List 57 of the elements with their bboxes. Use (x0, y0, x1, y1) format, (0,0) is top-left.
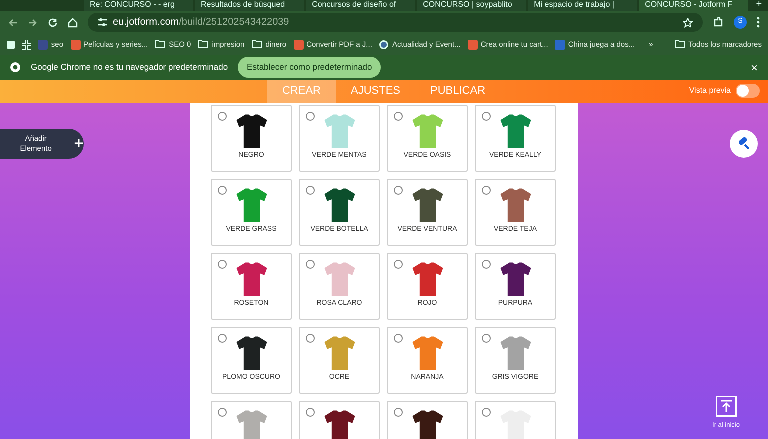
browser-tab[interactable]: Re: CONCURSO - - erg (84, 0, 194, 11)
set-default-button[interactable]: Establecer como predeterminado (238, 57, 382, 78)
folder-icon (198, 40, 210, 49)
browser-tab[interactable]: CONCURSO - Jotform F (639, 0, 748, 11)
radio-button[interactable] (218, 186, 227, 195)
radio-button[interactable] (394, 334, 403, 343)
forward-arrow-icon[interactable] (28, 18, 38, 28)
radio-button[interactable] (218, 260, 227, 269)
paint-roller-button[interactable] (730, 130, 758, 158)
radio-button[interactable] (394, 112, 403, 121)
site-icon (468, 40, 478, 50)
radio-button[interactable] (306, 112, 315, 121)
reload-icon[interactable] (48, 18, 58, 28)
arrow-up-icon (716, 396, 737, 418)
site-icon (70, 40, 80, 50)
radio-button[interactable] (306, 408, 315, 417)
folder-icon (674, 40, 686, 49)
radio-button[interactable] (218, 112, 227, 121)
radio-button[interactable] (218, 408, 227, 417)
radio-button[interactable] (218, 334, 227, 343)
radio-button[interactable] (394, 260, 403, 269)
radio-button[interactable] (306, 186, 315, 195)
folder-icon (252, 40, 263, 49)
preview-label: Vista previa (689, 85, 731, 97)
radio-button[interactable] (306, 260, 315, 269)
folder-icon (155, 40, 166, 49)
radio-button[interactable] (482, 260, 491, 269)
square-icon[interactable] (6, 40, 16, 50)
preview-toggle[interactable] (736, 84, 760, 98)
radio-button[interactable] (306, 334, 315, 343)
radio-button[interactable] (482, 334, 491, 343)
paint-roller-icon (737, 137, 751, 151)
apps-grid-icon[interactable] (22, 40, 32, 50)
radio-button[interactable] (394, 408, 403, 417)
home-icon[interactable] (68, 18, 78, 28)
infobar-message: Google Chrome no es tu navegador predeterminado (31, 61, 228, 74)
chrome-logo-icon (10, 62, 21, 73)
star-icon[interactable] (683, 18, 693, 28)
radio-button[interactable] (482, 408, 491, 417)
close-button[interactable]: × (750, 58, 758, 76)
browser-tab[interactable]: Concursos de diseño of (306, 0, 416, 11)
more-icon[interactable] (757, 17, 760, 28)
square-logo-icon (38, 40, 48, 50)
radio-button[interactable] (482, 186, 491, 195)
back-arrow-icon[interactable] (8, 18, 18, 28)
browser-tab[interactable]: Resultados de búsqued (195, 0, 304, 11)
site-settings-icon[interactable] (98, 18, 107, 27)
square-logo-icon (555, 40, 566, 50)
circle-logo-icon (379, 40, 390, 50)
new-tab-button[interactable]: + (750, 0, 768, 11)
browser-tab[interactable]: Mi espacio de trabajo | (528, 0, 638, 11)
extensions-icon[interactable] (713, 17, 724, 28)
browser-tab[interactable]: CONCURSO | soypablito (417, 0, 526, 11)
radio-button[interactable] (482, 112, 491, 121)
site-icon (294, 40, 304, 50)
radio-button[interactable] (394, 186, 403, 195)
address-bar[interactable]: eu.jotform.com/build/251202543422039 (88, 13, 703, 32)
